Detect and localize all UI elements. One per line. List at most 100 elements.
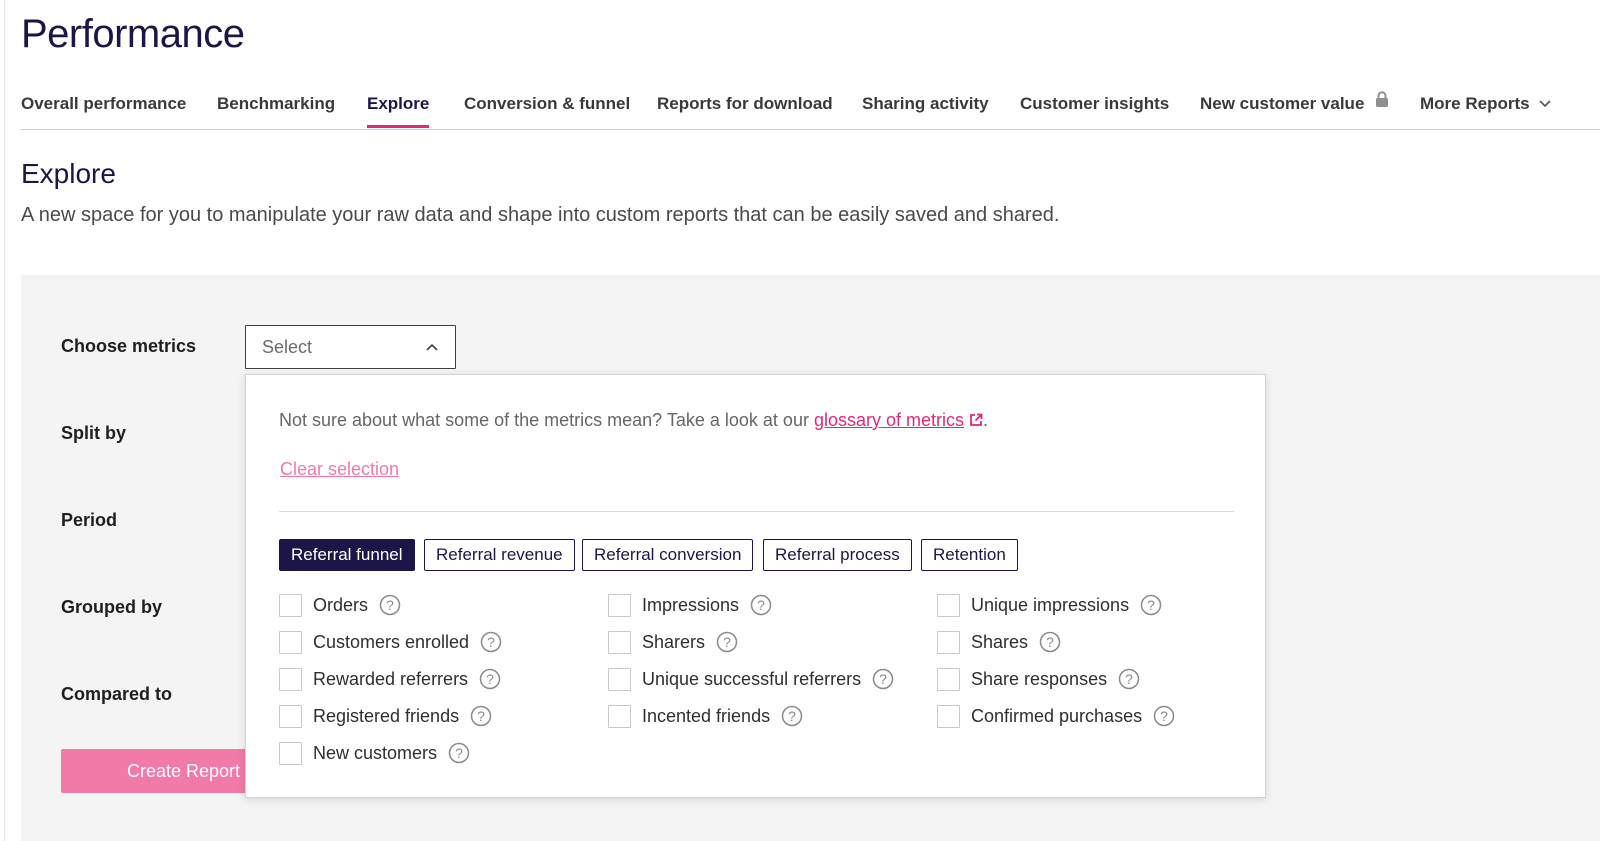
category-referral-process[interactable]: Referral process — [763, 539, 912, 571]
help-icon[interactable]: ? — [448, 742, 470, 764]
svg-text:?: ? — [455, 745, 463, 761]
lock-icon — [1376, 91, 1389, 107]
tab-label: Sharing activity — [862, 94, 989, 113]
tab-label: Benchmarking — [217, 94, 336, 113]
metric-unique-impressions[interactable]: Unique impressions? — [937, 593, 1162, 617]
tab-label: Overall performance — [21, 94, 187, 113]
metric-shares[interactable]: Shares? — [937, 630, 1061, 654]
metric-label: Impressions — [642, 594, 740, 615]
clear-selection-link[interactable]: Clear selection — [280, 459, 399, 480]
help-icon[interactable]: ? — [872, 668, 894, 690]
metric-label: Registered friends — [313, 705, 460, 726]
metric-new-customers[interactable]: New customers? — [279, 741, 470, 765]
help-icon[interactable]: ? — [1140, 594, 1162, 616]
tab-label: Conversion & funnel — [464, 94, 631, 113]
svg-text:?: ? — [788, 708, 796, 724]
help-icon[interactable]: ? — [750, 594, 772, 616]
category-retention[interactable]: Retention — [921, 539, 1018, 571]
tab-conversion-funnel[interactable]: Conversion & funnel — [464, 94, 630, 114]
tab-reports-for-download[interactable]: Reports for download — [657, 94, 833, 114]
metric-sharers[interactable]: Sharers? — [608, 630, 738, 654]
tab-label: New customer value — [1200, 94, 1365, 113]
tab-overall-performance[interactable]: Overall performance — [21, 94, 186, 114]
metric-label: Customers enrolled — [313, 631, 470, 652]
svg-text:?: ? — [386, 597, 394, 613]
help-icon[interactable]: ? — [470, 705, 492, 727]
tab-label: Reports for download — [657, 94, 833, 113]
help-icon[interactable]: ? — [479, 668, 501, 690]
svg-text:?: ? — [1125, 671, 1133, 687]
svg-text:?: ? — [723, 634, 731, 650]
metric-label: Shares — [971, 631, 1029, 652]
metric-unique-successful-referrers[interactable]: Unique successful referrers? — [608, 667, 894, 691]
checkbox[interactable] — [937, 704, 960, 728]
tab-label: Customer insights — [1020, 94, 1170, 113]
checkbox[interactable] — [937, 630, 960, 654]
checkbox[interactable] — [279, 667, 302, 691]
tab-explore[interactable]: Explore — [367, 94, 430, 128]
help-icon[interactable]: ? — [480, 631, 502, 653]
svg-text:?: ? — [1160, 708, 1168, 724]
create-report-button[interactable]: Create Report — [61, 749, 261, 793]
dropdown-divider — [279, 511, 1234, 512]
tab-label: More Reports — [1420, 94, 1530, 113]
metrics-dropdown: Not sure about what some of the metrics … — [245, 374, 1266, 798]
help-icon[interactable]: ? — [1118, 668, 1140, 690]
svg-text:?: ? — [486, 671, 494, 687]
svg-text:?: ? — [879, 671, 887, 687]
help-icon[interactable]: ? — [379, 594, 401, 616]
split-by-label: Split by — [61, 423, 127, 443]
metric-impressions[interactable]: Impressions? — [608, 593, 772, 617]
metric-label: Share responses — [971, 668, 1108, 689]
metric-share-responses[interactable]: Share responses? — [937, 667, 1140, 691]
checkbox[interactable] — [279, 593, 302, 617]
metric-label: New customers — [313, 742, 438, 763]
metric-orders[interactable]: Orders? — [279, 593, 401, 617]
metric-label: Unique successful referrers — [642, 668, 862, 689]
svg-text:?: ? — [487, 634, 495, 650]
section-title: Explore — [21, 158, 116, 189]
svg-text:?: ? — [1147, 597, 1155, 613]
help-icon[interactable]: ? — [781, 705, 803, 727]
metric-confirmed-purchases[interactable]: Confirmed purchases? — [937, 704, 1175, 728]
report-tabs: Overall performance Benchmarking Explore… — [21, 82, 1600, 130]
external-link-icon[interactable] — [969, 413, 983, 427]
tab-sharing-activity[interactable]: Sharing activity — [862, 94, 989, 114]
category-referral-conversion[interactable]: Referral conversion — [582, 539, 754, 571]
help-icon[interactable]: ? — [1039, 631, 1061, 653]
category-referral-revenue[interactable]: Referral revenue — [424, 539, 575, 571]
checkbox[interactable] — [937, 593, 960, 617]
metrics-select[interactable]: Select — [245, 325, 456, 369]
svg-text:?: ? — [477, 708, 485, 724]
tab-benchmarking[interactable]: Benchmarking — [217, 94, 335, 114]
metric-customers-enrolled[interactable]: Customers enrolled? — [279, 630, 502, 654]
glossary-hint: Not sure about what some of the metrics … — [279, 410, 988, 431]
checkbox[interactable] — [279, 704, 302, 728]
checkbox[interactable] — [608, 667, 631, 691]
tab-more-reports[interactable]: More Reports — [1420, 94, 1552, 114]
metric-registered-friends[interactable]: Registered friends? — [279, 704, 492, 728]
metric-label: Sharers — [642, 631, 706, 652]
metric-label: Rewarded referrers — [313, 668, 469, 689]
grouped-by-label: Grouped by — [61, 597, 163, 617]
metric-incented-friends[interactable]: Incented friends? — [608, 704, 803, 728]
help-icon[interactable]: ? — [716, 631, 738, 653]
metric-rewarded-referrers[interactable]: Rewarded referrers? — [279, 667, 501, 691]
checkbox[interactable] — [279, 741, 302, 765]
chevron-up-icon — [426, 343, 438, 351]
hint-text: Not sure about what some of the metrics … — [279, 410, 814, 430]
tab-customer-insights[interactable]: Customer insights — [1020, 94, 1169, 114]
category-referral-funnel[interactable]: Referral funnel — [279, 539, 415, 571]
tab-new-customer-value[interactable]: New customer value — [1200, 91, 1389, 114]
checkbox[interactable] — [608, 593, 631, 617]
help-icon[interactable]: ? — [1153, 705, 1175, 727]
active-tab-indicator — [367, 125, 430, 128]
metric-label: Orders — [313, 594, 369, 615]
checkbox[interactable] — [279, 630, 302, 654]
checkbox[interactable] — [608, 704, 631, 728]
svg-text:?: ? — [1046, 634, 1054, 650]
glossary-link[interactable]: glossary of metrics — [814, 410, 964, 430]
checkbox[interactable] — [608, 630, 631, 654]
choose-metrics-label: Choose metrics — [61, 336, 197, 356]
checkbox[interactable] — [937, 667, 960, 691]
